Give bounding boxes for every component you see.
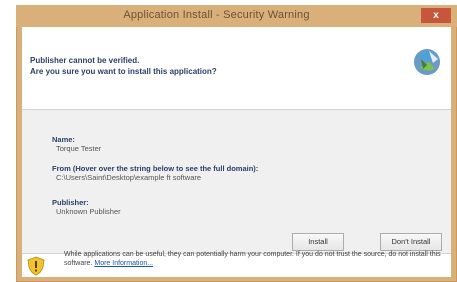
details-panel: Name: Torque Tester From (Hover over the…: [22, 110, 451, 254]
from-label: From (Hover over the string below to see…: [52, 164, 259, 173]
shield-warning-icon: [27, 256, 45, 276]
install-question-heading: Are you sure you want to install this ap…: [30, 67, 217, 76]
install-button[interactable]: Install: [292, 233, 344, 251]
window-title: Application Install - Security Warning: [123, 9, 310, 21]
title-bar[interactable]: Application Install - Security Warning x: [16, 5, 457, 27]
dialog-header: Publisher cannot be verified. Are you su…: [22, 27, 451, 77]
publisher-value: Unknown Publisher: [56, 207, 121, 216]
close-icon: x: [433, 10, 439, 21]
clickonce-install-icon: [414, 49, 440, 75]
name-label: Name:: [52, 135, 75, 144]
from-value[interactable]: C:\Users\Saint\Desktop\example ft softwa…: [56, 173, 201, 182]
close-button[interactable]: x: [421, 8, 451, 23]
security-warning-dialog: Application Install - Security Warning x…: [0, 0, 457, 282]
dont-install-button[interactable]: Don't Install: [380, 233, 442, 251]
dialog-content: Publisher cannot be verified. Are you su…: [22, 27, 451, 277]
publisher-label: Publisher:: [52, 198, 89, 207]
name-value: Torque Tester: [56, 144, 102, 153]
publisher-unverified-heading: Publisher cannot be verified.: [30, 56, 140, 65]
more-information-link[interactable]: More Information...: [94, 260, 153, 267]
warning-message: While applications can be useful, they c…: [64, 250, 450, 268]
